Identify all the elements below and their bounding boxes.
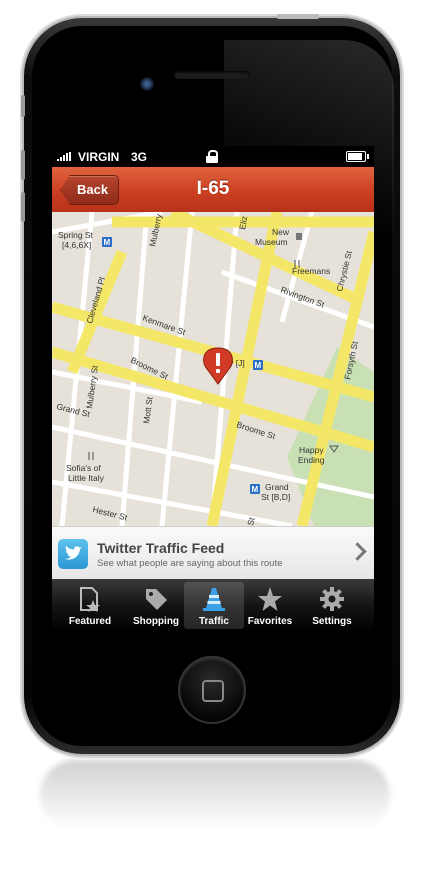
tab-settings[interactable]: Settings (302, 582, 362, 629)
status-bar: VIRGIN 3G (52, 146, 374, 167)
map-canvas: Spring St [4,6,6X] Mulberry St Eliz New … (52, 212, 374, 526)
map-label: Spring St (58, 230, 94, 240)
carrier-name: VIRGIN (78, 150, 120, 164)
screen: VIRGIN 3G Back I-65 Spring St [4,6,6X] M… (52, 146, 374, 632)
featured-icon (77, 586, 103, 612)
map-label: Sofia's of (66, 463, 101, 473)
svg-text:M: M (255, 361, 262, 370)
gear-icon (319, 586, 345, 612)
navigation-bar: Back I-65 (52, 167, 374, 213)
earpiece-speaker (174, 71, 250, 79)
star-icon (257, 586, 283, 612)
map-label: Grand (265, 482, 289, 492)
front-camera (140, 77, 154, 91)
page-title: I-65 (196, 178, 230, 199)
home-square-icon (202, 680, 224, 702)
tab-label: Featured (68, 616, 112, 627)
map-label: Little Italy (68, 473, 105, 483)
signal-strength-icon (57, 152, 71, 161)
map-label: Ending (298, 455, 325, 465)
phone-reflection (40, 760, 390, 830)
tag-icon (143, 586, 169, 612)
lock-icon (206, 150, 218, 163)
svg-text:M: M (252, 485, 259, 494)
svg-text:M: M (104, 238, 111, 247)
home-button[interactable] (178, 656, 246, 724)
twitter-feed-row[interactable]: Twitter Traffic Feed See what people are… (52, 526, 374, 580)
chevron-right-icon (348, 542, 367, 561)
map-label: Freemans (292, 266, 330, 276)
volume-down-button[interactable] (21, 192, 25, 222)
twitter-bird-icon (58, 539, 88, 569)
tab-favorites[interactable]: Favorites (240, 582, 300, 629)
tab-label: Favorites (247, 616, 293, 627)
tab-label: Traffic (198, 616, 229, 627)
battery-level (348, 153, 363, 160)
twitter-feed-subtitle: See what people are saying about this ro… (97, 558, 283, 569)
mute-switch[interactable] (21, 95, 25, 117)
tab-shopping[interactable]: Shopping (126, 582, 186, 629)
traffic-map[interactable]: Spring St [4,6,6X] Mulberry St Eliz New … (52, 212, 374, 526)
map-label: St [B,D] (261, 492, 290, 502)
tab-bar: Featured Shopping Traffic Favorites Sett… (52, 579, 374, 632)
volume-up-button[interactable] (21, 150, 25, 180)
twitter-feed-title: Twitter Traffic Feed (97, 540, 225, 556)
tab-featured[interactable]: Featured (60, 582, 120, 629)
traffic-cone-icon (201, 586, 227, 612)
tab-label: Settings (312, 616, 352, 627)
battery-icon (346, 151, 369, 162)
map-label: Happy (299, 445, 324, 455)
museum-icon (296, 233, 302, 240)
map-label: New (272, 227, 290, 237)
power-button[interactable] (277, 14, 319, 19)
map-label: [4,6,6X] (62, 240, 91, 250)
tab-traffic[interactable]: Traffic (184, 582, 244, 629)
tab-label: Shopping (132, 616, 180, 627)
network-type: 3G (131, 150, 148, 164)
map-label: Museum (255, 237, 288, 247)
